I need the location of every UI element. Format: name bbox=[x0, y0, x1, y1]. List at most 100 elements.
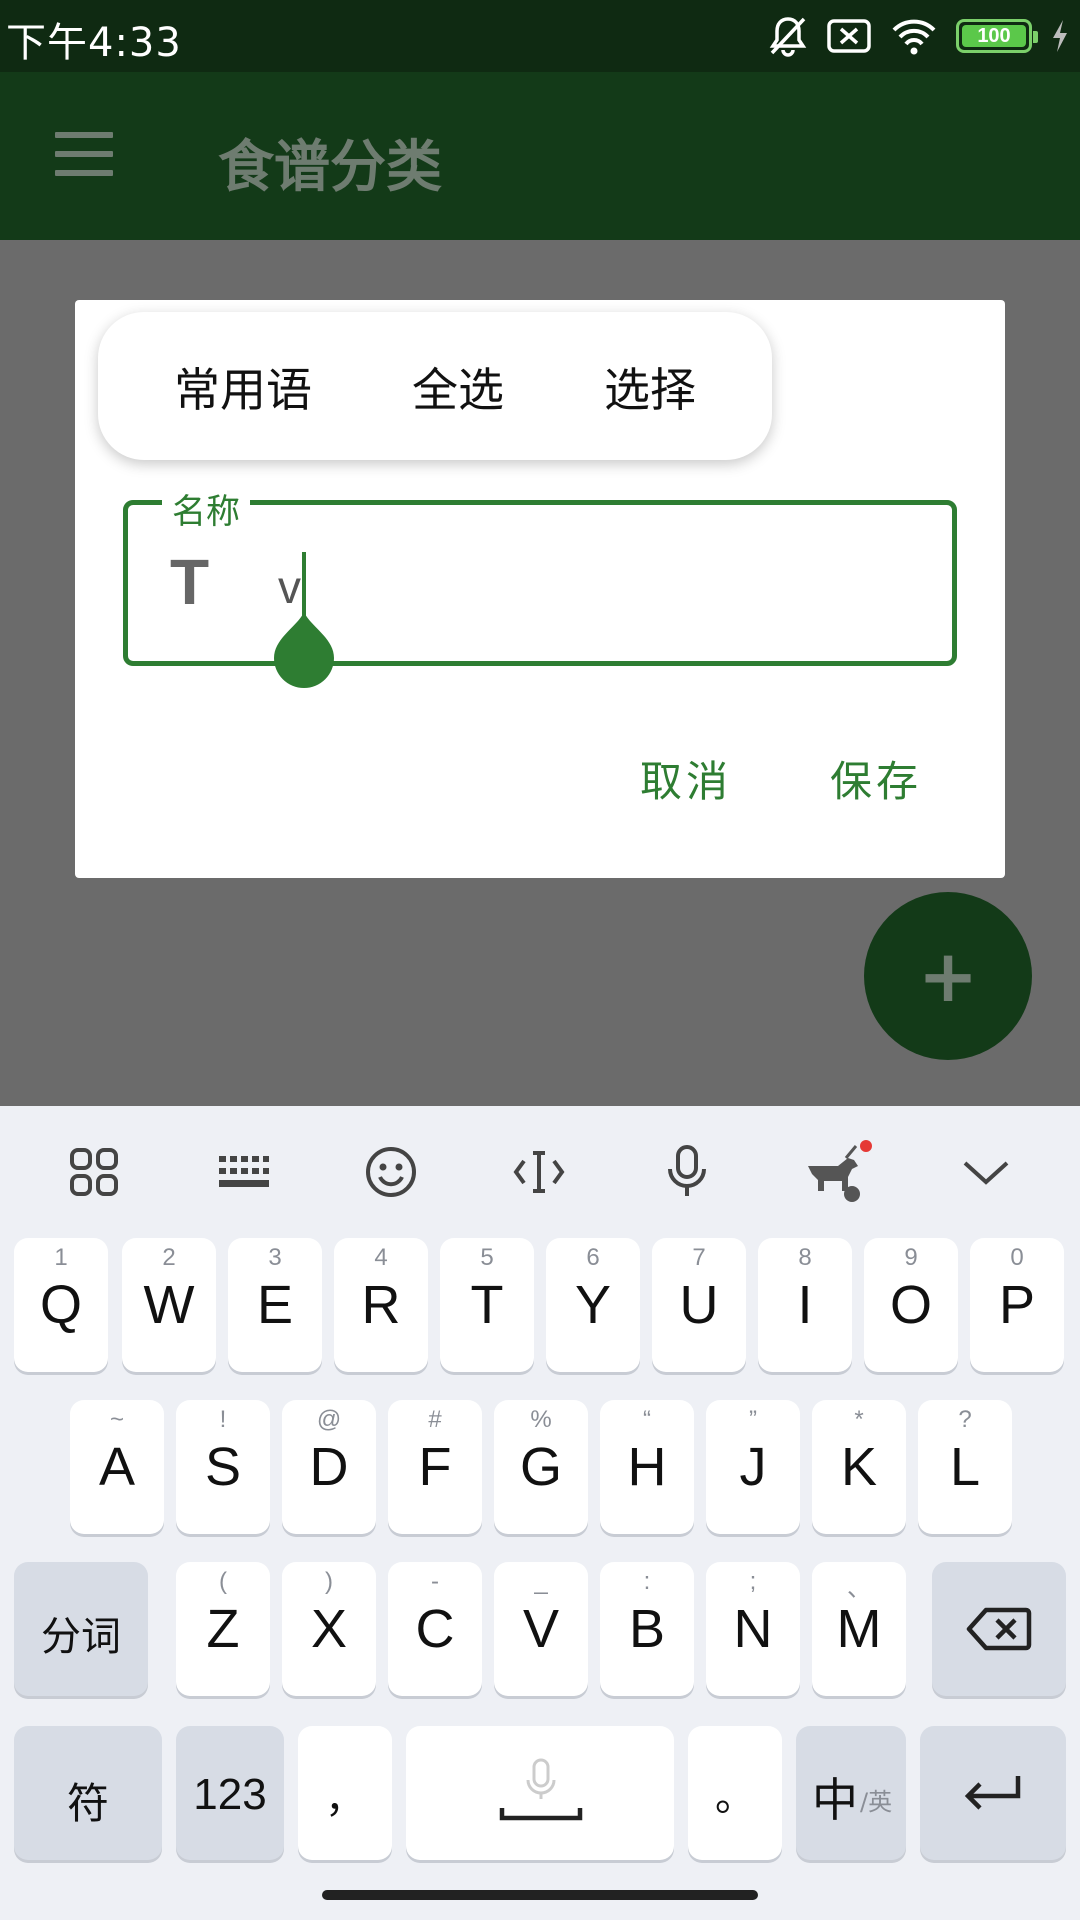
key-label: S bbox=[204, 1437, 242, 1497]
key-b[interactable]: :B bbox=[600, 1562, 694, 1696]
key-c[interactable]: -C bbox=[388, 1562, 482, 1696]
key-w[interactable]: 2W bbox=[122, 1238, 216, 1372]
key-n[interactable]: ; N bbox=[706, 1562, 800, 1696]
key-i[interactable]: 8I bbox=[758, 1238, 852, 1372]
mute-bell-icon bbox=[769, 17, 807, 57]
text-type-icon: T bbox=[170, 546, 210, 618]
key-secondary-label: 8 bbox=[798, 1244, 812, 1271]
segment-key[interactable]: 分词 bbox=[14, 1562, 148, 1696]
key-secondary-label: 4 bbox=[374, 1244, 388, 1271]
key-u[interactable]: 7U bbox=[652, 1238, 746, 1372]
key-label: Y bbox=[574, 1275, 612, 1335]
key-z[interactable]: (Z bbox=[176, 1562, 270, 1696]
key-q[interactable]: 1Q bbox=[14, 1238, 108, 1372]
page-title: 食谱分类 bbox=[218, 135, 442, 200]
key-m[interactable]: 、 M bbox=[812, 1562, 906, 1696]
gesture-nav-bar[interactable] bbox=[322, 1890, 758, 1900]
period-key[interactable]: 。 bbox=[688, 1726, 782, 1860]
key-label: J bbox=[739, 1437, 767, 1497]
text-cursor bbox=[302, 552, 306, 616]
battery-icon: 100 bbox=[956, 19, 1038, 53]
key-label: H bbox=[627, 1437, 667, 1497]
key-secondary-label: ( bbox=[219, 1568, 227, 1595]
key-label: Z bbox=[206, 1599, 240, 1659]
key-label: P bbox=[998, 1275, 1036, 1335]
text-cursor-icon[interactable] bbox=[507, 1142, 571, 1202]
key-label: T bbox=[470, 1275, 504, 1335]
guide-dog-icon[interactable] bbox=[800, 1140, 874, 1202]
key-secondary-label: 9 bbox=[904, 1244, 918, 1271]
app-bar: 食谱分类 bbox=[0, 72, 1080, 240]
no-sim-icon bbox=[827, 19, 871, 53]
key-r[interactable]: 4R bbox=[334, 1238, 428, 1372]
key-v[interactable]: _ V bbox=[494, 1562, 588, 1696]
numbers-key[interactable]: 123 bbox=[176, 1726, 284, 1860]
text-context-menu: 常用语 全选 选择 bbox=[98, 312, 772, 460]
key-label: Q bbox=[39, 1275, 82, 1335]
comma-key[interactable]: ， bbox=[298, 1726, 392, 1860]
status-bar: 下午4:33 100 bbox=[0, 0, 1080, 72]
add-fab-button[interactable]: + bbox=[864, 892, 1032, 1060]
key-label: N bbox=[733, 1599, 773, 1659]
key-secondary-label: ” bbox=[749, 1406, 757, 1433]
key-h[interactable]: “H bbox=[600, 1400, 694, 1534]
key-secondary-label: 7 bbox=[692, 1244, 706, 1271]
key-secondary-label: “ bbox=[643, 1406, 651, 1433]
cursor-handle-icon[interactable] bbox=[274, 612, 334, 690]
key-x[interactable]: ) X bbox=[282, 1562, 376, 1696]
menu-item-select[interactable]: 选择 bbox=[604, 354, 696, 420]
plus-icon: + bbox=[917, 934, 979, 1018]
key-t[interactable]: 5T bbox=[440, 1238, 534, 1372]
cancel-button[interactable]: 取消 bbox=[640, 748, 732, 809]
status-icons: 100 bbox=[768, 14, 1070, 58]
key-label: I bbox=[797, 1275, 813, 1335]
emoji-icon[interactable] bbox=[359, 1142, 423, 1202]
key-secondary-label: - bbox=[431, 1568, 439, 1595]
apps-grid-icon[interactable] bbox=[62, 1142, 126, 1202]
key-e[interactable]: 3E bbox=[228, 1238, 322, 1372]
key-label: B bbox=[628, 1599, 666, 1659]
space-key[interactable] bbox=[406, 1726, 674, 1860]
key-secondary-label: 6 bbox=[586, 1244, 600, 1271]
keyboard-icon[interactable] bbox=[211, 1142, 275, 1202]
hamburger-menu-icon[interactable] bbox=[55, 132, 113, 176]
key-d[interactable]: @ D bbox=[282, 1400, 376, 1534]
language-switch-key[interactable]: 中/英 bbox=[796, 1726, 906, 1860]
key-secondary-label: @ bbox=[316, 1406, 342, 1433]
key-p[interactable]: 0P bbox=[970, 1238, 1064, 1372]
key-o[interactable]: 9O bbox=[864, 1238, 958, 1372]
key-a[interactable]: ~ A bbox=[70, 1400, 164, 1534]
key-y[interactable]: 6Y bbox=[546, 1238, 640, 1372]
save-button[interactable]: 保存 bbox=[830, 748, 922, 809]
key-label: G bbox=[519, 1437, 562, 1497]
menu-item-common-phrases[interactable]: 常用语 bbox=[174, 354, 312, 420]
enter-key[interactable] bbox=[920, 1726, 1066, 1860]
wifi-icon bbox=[892, 19, 936, 55]
key-secondary-label: ! bbox=[219, 1406, 227, 1433]
battery-level: 100 bbox=[977, 24, 1011, 47]
menu-item-select-all[interactable]: 全选 bbox=[412, 354, 504, 420]
charging-bolt-icon bbox=[1053, 20, 1067, 52]
name-input-value[interactable]: v bbox=[278, 560, 301, 614]
key-label: W bbox=[143, 1275, 195, 1335]
key-j[interactable]: ” J bbox=[706, 1400, 800, 1534]
key-l[interactable]: ? L bbox=[918, 1400, 1012, 1534]
key-secondary-label: _ bbox=[534, 1568, 548, 1595]
collapse-chevron-icon[interactable] bbox=[954, 1142, 1018, 1202]
space-microphone-icon bbox=[499, 1758, 583, 1821]
key-label: X bbox=[310, 1599, 348, 1659]
key-label: M bbox=[836, 1599, 882, 1659]
microphone-icon[interactable] bbox=[655, 1142, 719, 1202]
key-label: F bbox=[418, 1437, 452, 1497]
key-secondary-label: # bbox=[428, 1406, 442, 1433]
key-secondary-label: 5 bbox=[480, 1244, 494, 1271]
key-f[interactable]: # F bbox=[388, 1400, 482, 1534]
key-secondary-label: ~ bbox=[109, 1406, 124, 1433]
key-k[interactable]: * K bbox=[812, 1400, 906, 1534]
key-s[interactable]: ! S bbox=[176, 1400, 270, 1534]
backspace-key[interactable] bbox=[932, 1562, 1066, 1696]
key-secondary-label: * bbox=[854, 1406, 864, 1433]
key-secondary-label: 3 bbox=[268, 1244, 282, 1271]
key-g[interactable]: % G bbox=[494, 1400, 588, 1534]
symbols-key[interactable]: 符 bbox=[14, 1726, 162, 1860]
